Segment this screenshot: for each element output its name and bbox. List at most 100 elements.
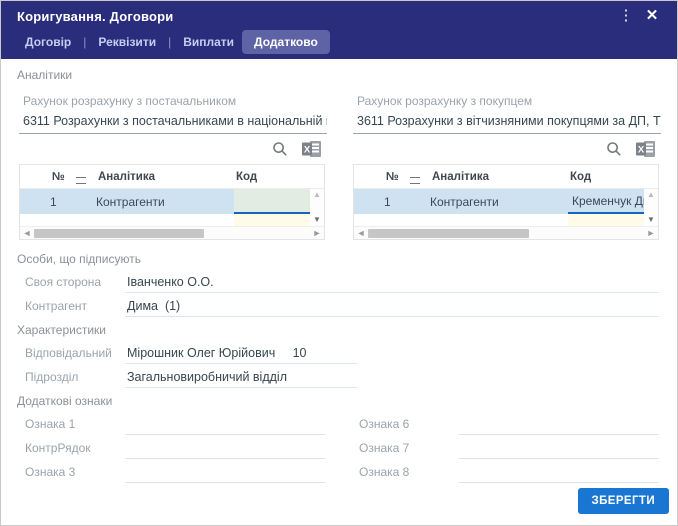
col-header-code[interactable]: Код	[568, 171, 644, 183]
oznaka-8-input[interactable]	[459, 463, 659, 483]
oznaka-7-label: Ознака 7	[359, 441, 410, 455]
counterparty-label: Контрагент	[25, 299, 88, 313]
col-header-num[interactable]: №	[384, 171, 408, 183]
oznaka-7-input[interactable]	[459, 439, 659, 459]
col-header-analytic[interactable]: Аналітика	[430, 171, 568, 183]
horizontal-scroll-thumb[interactable]	[34, 228, 205, 238]
field-own-side: Своя сторона	[25, 272, 659, 293]
extra-right-column: Ознака 6 Ознака 7 Ознака 8 Ознака 9	[351, 414, 659, 485]
buyer-account-label: Рахунок розрахунку з покупцем	[357, 94, 533, 108]
department-label: Підрозділ	[25, 370, 79, 384]
col-header-analytic[interactable]: Аналітика	[96, 171, 234, 183]
supplier-account-input[interactable]	[19, 112, 327, 134]
vertical-scrollbar[interactable]: ▲ ▼	[310, 189, 324, 226]
tab-dodatkovo-active[interactable]: Додатково	[242, 30, 330, 54]
buyer-analytics-table: № Аналітика Код 1 Контрагенти Кременчук …	[353, 164, 659, 240]
col-header-code[interactable]: Код	[234, 171, 310, 183]
supplier-account-label: Рахунок розрахунку з постачальником	[23, 94, 237, 108]
partial-code-cell	[234, 214, 310, 226]
table-partial-row[interactable]	[20, 214, 324, 226]
search-icon[interactable]	[272, 141, 288, 157]
supplier-toolbar: X	[17, 136, 321, 162]
scroll-right-icon[interactable]: ►	[310, 227, 324, 240]
signers-section: Особи, що підписують Своя сторона Контра…	[17, 252, 659, 317]
scroll-up-icon[interactable]: ▲	[647, 191, 655, 199]
field-counterparty: Контрагент	[25, 296, 659, 317]
analytics-section-label: Аналітики	[17, 68, 73, 82]
table-header-row: № Аналітика Код	[354, 165, 658, 189]
analytics-columns: Рахунок розрахунку з постачальником X №	[17, 88, 661, 240]
window-title: Коригування. Договори	[17, 8, 174, 24]
kebab-menu-icon[interactable]: ⋮	[613, 1, 639, 31]
dialog-window: Коригування. Договори ⋮ ✕ Договір | Рекв…	[0, 0, 678, 526]
scroll-left-icon[interactable]: ◄	[20, 227, 34, 240]
own-side-input[interactable]	[125, 273, 659, 293]
characteristics-section: Характеристики Відповідальний Підрозділ	[17, 323, 659, 388]
excel-export-icon[interactable]: X	[636, 141, 655, 157]
dialog-content: Аналітики Рахунок розрахунку з постачаль…	[1, 59, 677, 485]
horizontal-scrollbar[interactable]: ◄ ►	[354, 226, 658, 239]
field-oznaka-6: Ознака 6	[359, 414, 659, 435]
excel-export-icon[interactable]: X	[302, 141, 321, 157]
table-row[interactable]: 1 Контрагенти	[20, 189, 324, 214]
table-header-row: № Аналітика Код	[20, 165, 324, 189]
horizontal-scrollbar[interactable]: ◄ ►	[20, 226, 324, 239]
extra-section: Додаткові ознаки Ознака 1 КонтрРядок Озн…	[17, 394, 659, 485]
responsible-label: Відповідальний	[25, 346, 112, 360]
department-input[interactable]	[125, 368, 357, 388]
kontrryadok-input[interactable]	[125, 439, 325, 459]
oznaka-3-input[interactable]	[125, 463, 325, 483]
svg-text:X: X	[304, 145, 311, 156]
title-bar: Коригування. Договори ⋮ ✕	[1, 1, 677, 31]
field-responsible: Відповідальний	[25, 343, 659, 364]
counterparty-input[interactable]	[125, 297, 659, 317]
tab-rekvizyty[interactable]: Реквізити	[90, 31, 164, 53]
table-partial-row[interactable]	[354, 214, 658, 226]
oznaka-3-label: Ознака 3	[25, 465, 76, 479]
supplier-column: Рахунок розрахунку з постачальником X №	[17, 88, 327, 240]
tab-dogovir[interactable]: Договір	[17, 31, 79, 53]
vertical-scrollbar[interactable]: ▲ ▼	[644, 189, 658, 226]
row-analytic-cell: Контрагенти	[430, 194, 499, 209]
buyer-account-input[interactable]	[353, 112, 661, 134]
extra-columns: Ознака 1 КонтрРядок Ознака 3 Ознака 4	[17, 414, 659, 485]
col-header-num[interactable]: №	[50, 171, 74, 183]
row-code-cell-editing[interactable]: Кременчук Ди	[568, 189, 644, 214]
supplier-analytics-table: № Аналітика Код 1 Контрагенти ▲ ▼ ◄ ►	[19, 164, 325, 240]
dialog-footer: ЗБЕРЕГТИ	[1, 485, 677, 525]
scroll-down-icon[interactable]: ▼	[313, 216, 321, 224]
row-num-cell: 1	[50, 194, 57, 209]
row-num-cell: 1	[384, 194, 391, 209]
table-row[interactable]: 1 Контрагенти Кременчук Ди	[354, 189, 658, 214]
search-icon[interactable]	[606, 141, 622, 157]
scroll-down-icon[interactable]: ▼	[647, 216, 655, 224]
close-icon[interactable]: ✕	[639, 1, 665, 31]
signers-section-label: Особи, що підписують	[17, 252, 141, 266]
field-department: Підрозділ	[25, 367, 659, 388]
row-code-cell-editing[interactable]	[234, 189, 310, 214]
scroll-left-icon[interactable]: ◄	[354, 227, 368, 240]
oznaka-6-input[interactable]	[459, 415, 659, 435]
characteristics-section-label: Характеристики	[17, 323, 106, 337]
horizontal-scroll-thumb[interactable]	[368, 228, 530, 238]
field-oznaka-7: Ознака 7	[359, 438, 659, 459]
field-oznaka-8: Ознака 8	[359, 462, 659, 483]
save-button[interactable]: ЗБЕРЕГТИ	[577, 488, 669, 514]
extra-section-label: Додаткові ознаки	[17, 394, 113, 408]
responsible-input[interactable]	[125, 344, 357, 364]
oznaka-1-label: Ознака 1	[25, 417, 76, 431]
oznaka-8-label: Ознака 8	[359, 465, 410, 479]
kontrryadok-label: КонтрРядок	[25, 441, 91, 455]
scroll-up-icon[interactable]: ▲	[313, 191, 321, 199]
tab-bar: Договір | Реквізити | Виплати Додатково	[1, 30, 677, 59]
tab-separator: |	[168, 35, 172, 49]
field-kontrryadok: КонтрРядок	[25, 438, 325, 459]
tab-vyplaty[interactable]: Виплати	[175, 31, 242, 53]
svg-text:X: X	[638, 145, 645, 156]
field-oznaka-1: Ознака 1	[25, 414, 325, 435]
buyer-column: Рахунок розрахунку з покупцем X №	[351, 88, 661, 240]
scroll-right-icon[interactable]: ►	[644, 227, 658, 240]
extra-left-column: Ознака 1 КонтрРядок Ознака 3 Ознака 4	[17, 414, 325, 485]
buyer-toolbar: X	[351, 136, 655, 162]
oznaka-1-input[interactable]	[125, 415, 325, 435]
